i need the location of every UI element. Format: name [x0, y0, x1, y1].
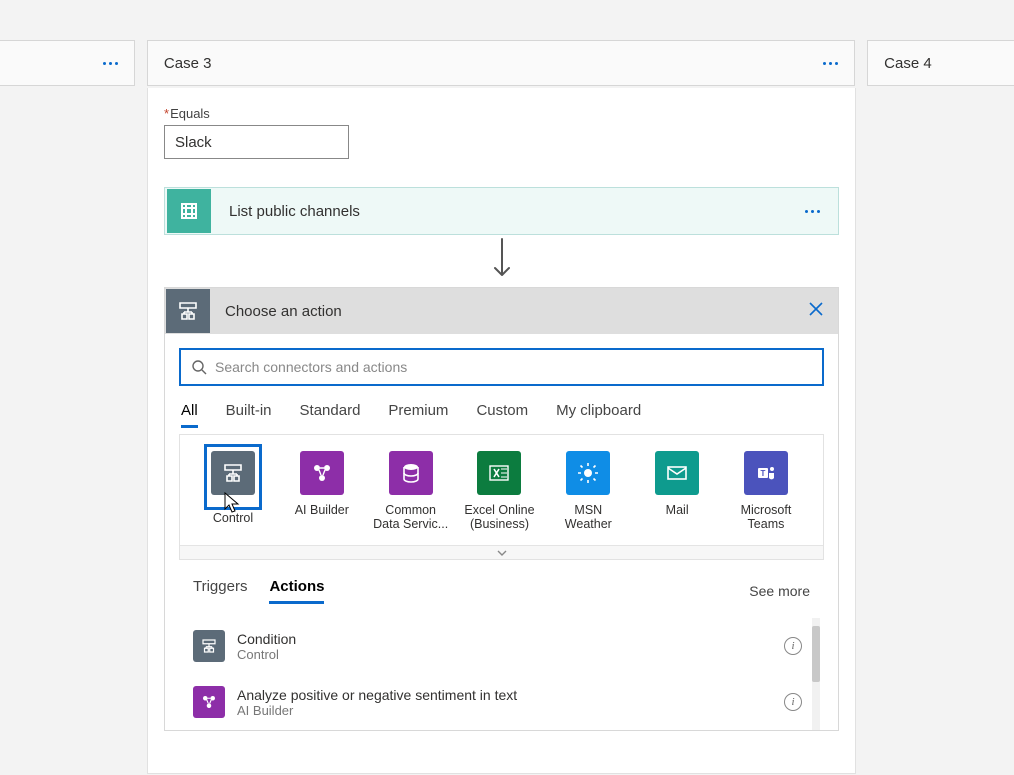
connector-control[interactable]: Control [194, 451, 272, 531]
action-analyze-sentiment[interactable]: Analyze positive or negative sentiment i… [193, 674, 802, 730]
search-input[interactable] [215, 359, 812, 375]
chooser-header: Choose an action [165, 288, 838, 334]
action-title: Analyze positive or negative sentiment i… [237, 687, 784, 703]
teams-icon: T [744, 451, 788, 495]
control-icon [193, 630, 225, 662]
action-list-public-channels[interactable]: List public channels [164, 187, 839, 235]
connectors-grid: Control AI Builder Common Data Serv [180, 435, 823, 545]
connector-microsoft-teams[interactable]: T Microsoft Teams [727, 451, 805, 531]
tab-triggers[interactable]: Triggers [193, 578, 247, 604]
ellipsis-icon[interactable] [805, 210, 820, 213]
connector-label: AI Builder [295, 503, 349, 517]
case-card-prev[interactable] [0, 40, 135, 86]
excel-icon [477, 451, 521, 495]
connector-ai-builder[interactable]: AI Builder [283, 451, 361, 531]
close-icon[interactable] [808, 301, 824, 322]
connector-label: Excel Online (Business) [460, 503, 538, 531]
collapse-toggle[interactable] [180, 545, 823, 559]
tab-custom[interactable]: Custom [476, 402, 528, 428]
equals-input[interactable] [164, 125, 349, 159]
control-icon [211, 451, 255, 495]
connector-excel-online[interactable]: Excel Online (Business) [460, 451, 538, 531]
action-subtitle: Control [237, 647, 784, 662]
action-condition[interactable]: Condition Control i [193, 618, 802, 674]
svg-text:T: T [761, 469, 766, 478]
aibuilder-icon [300, 451, 344, 495]
scrollbar-thumb[interactable] [812, 626, 820, 682]
action-title: List public channels [229, 203, 805, 220]
ellipsis-icon[interactable] [103, 62, 118, 65]
connector-label: Common Data Servic... [372, 503, 450, 531]
connector-label: MSN Weather [549, 503, 627, 531]
case-card-3[interactable]: Case 3 [147, 40, 855, 86]
category-tabs: All Built-in Standard Premium Custom My … [179, 402, 824, 428]
control-icon [166, 289, 210, 333]
case-title: Case 4 [884, 55, 932, 72]
connector-label: Control [213, 511, 253, 525]
search-box[interactable] [179, 348, 824, 386]
search-icon [191, 359, 207, 375]
tab-actions[interactable]: Actions [269, 578, 324, 604]
info-icon[interactable]: i [784, 693, 802, 711]
tab-my-clipboard[interactable]: My clipboard [556, 402, 641, 428]
chooser-title: Choose an action [225, 303, 808, 320]
flow-arrow-icon [164, 237, 839, 281]
info-icon[interactable]: i [784, 637, 802, 655]
tab-premium[interactable]: Premium [388, 402, 448, 428]
action-chooser: Choose an action All Built-in Standard P… [164, 287, 839, 731]
aibuilder-icon [193, 686, 225, 718]
action-title: Condition [237, 631, 784, 647]
weather-icon [566, 451, 610, 495]
action-list: Condition Control i Analyze positive or … [193, 618, 822, 730]
slack-icon [167, 189, 211, 233]
connector-label: Microsoft Teams [727, 503, 805, 531]
case-title: Case 3 [164, 55, 212, 72]
ellipsis-icon[interactable] [823, 62, 838, 65]
connector-label: Mail [666, 503, 689, 517]
tab-built-in[interactable]: Built-in [226, 402, 272, 428]
case-card-4[interactable]: Case 4 [867, 40, 1014, 86]
mail-icon [655, 451, 699, 495]
see-more-link[interactable]: See more [749, 583, 810, 599]
tab-standard[interactable]: Standard [300, 402, 361, 428]
connector-msn-weather[interactable]: MSN Weather [549, 451, 627, 531]
action-subtitle: AI Builder [237, 703, 784, 718]
case-panel: *Equals List public channels Choose an a… [147, 88, 856, 774]
equals-label: *Equals [164, 106, 839, 121]
cds-icon [389, 451, 433, 495]
tab-all[interactable]: All [181, 402, 198, 428]
connector-mail[interactable]: Mail [638, 451, 716, 531]
connector-common-data-service[interactable]: Common Data Servic... [372, 451, 450, 531]
